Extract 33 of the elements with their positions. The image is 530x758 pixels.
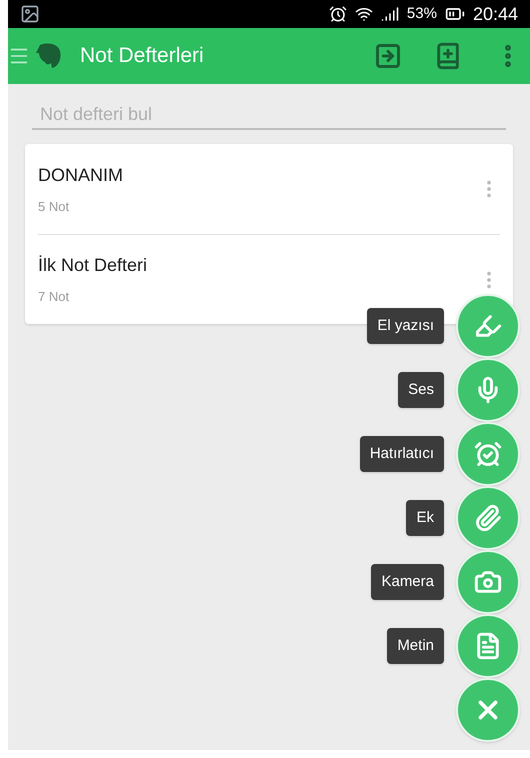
wifi-icon [354,5,373,23]
action-label: Kamera [371,564,444,600]
note-count: 7 Not [38,288,70,306]
close-button[interactable] [456,678,520,742]
notebook-item[interactable]: DONANIM 5 Not [38,144,500,234]
action-label: Ses [398,372,444,408]
notebook-plus-icon[interactable] [434,42,462,70]
action-button[interactable] [456,358,520,422]
action-label: Ek [406,500,444,536]
action-label: Metin [387,628,444,664]
search-field[interactable]: Not defteri bul [32,100,506,130]
action-button[interactable] [456,614,520,678]
window-title: Not Defterleri [80,43,204,70]
action-button[interactable] [456,550,520,614]
signal-icon [380,5,399,23]
arrow-box-icon[interactable] [374,42,402,70]
highlighter-icon [474,312,502,340]
camera-icon [474,568,502,596]
note-count: 5 Not [38,198,70,216]
notebook-name: İlk Not Defteri [38,254,148,278]
document-icon [474,632,502,660]
alarm-icon [328,5,347,23]
battery-percent: 53% [406,4,437,24]
clock: 20:44 [472,2,518,26]
alarm-clock-icon [474,440,502,468]
action-label: Hatırlatıcı [360,436,444,472]
paperclip-icon [474,504,502,532]
action-button[interactable] [456,422,520,486]
action-button[interactable] [456,486,520,550]
action-button[interactable] [456,294,520,358]
notebook-name: DONANIM [38,164,123,187]
action-label: El yazısı [367,308,444,344]
picture-icon [20,4,40,24]
